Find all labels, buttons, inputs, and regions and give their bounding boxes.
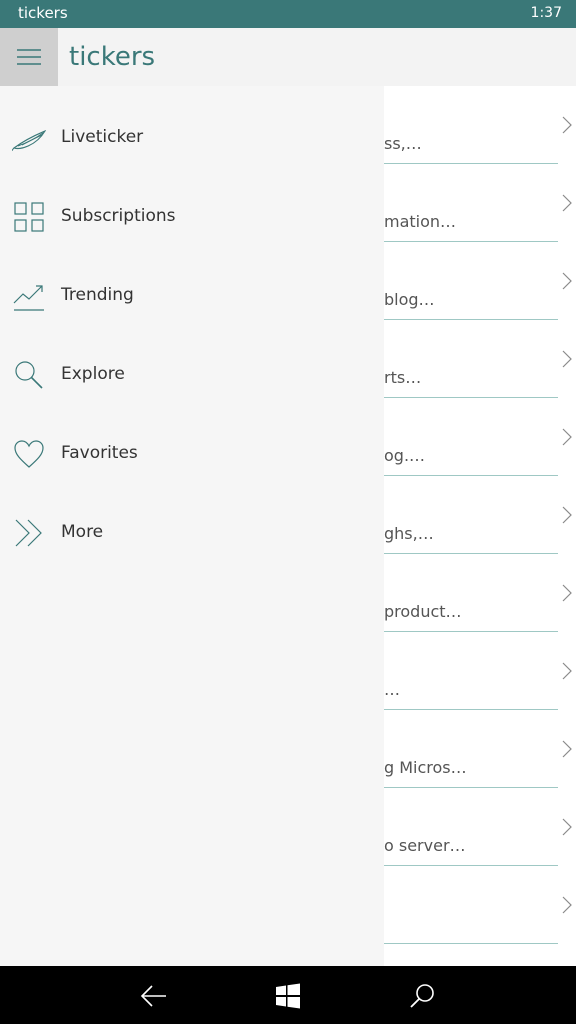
list-item-snippet: blog… <box>384 290 435 309</box>
list-item[interactable]: g Micros… <box>384 710 572 788</box>
navigation-drawer: Liveticker Subscriptions Trending Explor… <box>0 86 384 966</box>
status-bar: tickers 1:37 <box>0 0 576 28</box>
magnifier-icon <box>15 361 43 389</box>
nav-item-label: Favorites <box>61 443 138 463</box>
back-icon[interactable] <box>140 982 168 1010</box>
trend-icon <box>13 285 44 311</box>
search-icon[interactable] <box>408 982 436 1010</box>
nav-item-label: Trending <box>61 285 134 305</box>
app-header: tickers <box>0 28 576 86</box>
nav-item-favorites[interactable]: Favorites <box>0 415 384 494</box>
list-item-snippet: ss,… <box>384 134 422 153</box>
nav-item-label: Subscriptions <box>61 206 176 226</box>
list-item-snippet: … <box>384 680 400 699</box>
list-item[interactable]: product… <box>384 554 572 632</box>
hamburger-menu-button[interactable] <box>0 28 58 86</box>
chevron-right-icon <box>562 428 572 446</box>
nav-item-explore[interactable]: Explore <box>0 336 384 415</box>
list-item[interactable]: og.… <box>384 398 572 476</box>
list-item[interactable]: mation… <box>384 164 572 242</box>
list-item-snippet: og.… <box>384 446 426 465</box>
status-clock: 1:37 <box>530 5 562 21</box>
system-nav-bar <box>0 966 576 1024</box>
list-item-snippet: g Micros… <box>384 758 467 777</box>
windows-start-icon[interactable] <box>274 982 302 1010</box>
nav-item-subscriptions[interactable]: Subscriptions <box>0 178 384 257</box>
status-app-name: tickers <box>18 4 68 22</box>
chevron-right-icon <box>562 584 572 602</box>
chevron-right-icon <box>562 116 572 134</box>
page-title: tickers <box>69 42 156 72</box>
list-item[interactable]: rts… <box>384 320 572 398</box>
list-item[interactable]: ghs,… <box>384 476 572 554</box>
list-item-snippet: o server… <box>384 836 466 855</box>
hamburger-icon <box>17 49 41 65</box>
grid-icon <box>14 202 44 232</box>
list-item-snippet: mation… <box>384 212 457 231</box>
chevron-right-icon <box>562 740 572 758</box>
feather-icon <box>12 129 46 152</box>
heart-icon <box>14 440 44 468</box>
double-chevron-icon <box>15 519 42 547</box>
list-item-snippet: rts… <box>384 368 422 387</box>
chevron-right-icon <box>562 896 572 914</box>
list-item[interactable]: ss,… <box>384 86 572 164</box>
list-item[interactable]: blog… <box>384 242 572 320</box>
list-item[interactable]: o server… <box>384 788 572 866</box>
chevron-right-icon <box>562 818 572 836</box>
nav-item-label: Explore <box>61 364 125 384</box>
nav-item-label: Liveticker <box>61 127 144 147</box>
list-item-snippet: product… <box>384 602 462 621</box>
chevron-right-icon <box>562 350 572 368</box>
nav-item-label: More <box>61 522 104 542</box>
nav-item-trending[interactable]: Trending <box>0 257 384 336</box>
chevron-right-icon <box>562 662 572 680</box>
nav-item-more[interactable]: More <box>0 494 384 573</box>
list-item[interactable] <box>384 866 572 944</box>
nav-item-liveticker[interactable]: Liveticker <box>0 99 384 178</box>
chevron-right-icon <box>562 506 572 524</box>
list-item-snippet: ghs,… <box>384 524 434 543</box>
list-item[interactable]: … <box>384 632 572 710</box>
chevron-right-icon <box>562 272 572 290</box>
chevron-right-icon <box>562 194 572 212</box>
